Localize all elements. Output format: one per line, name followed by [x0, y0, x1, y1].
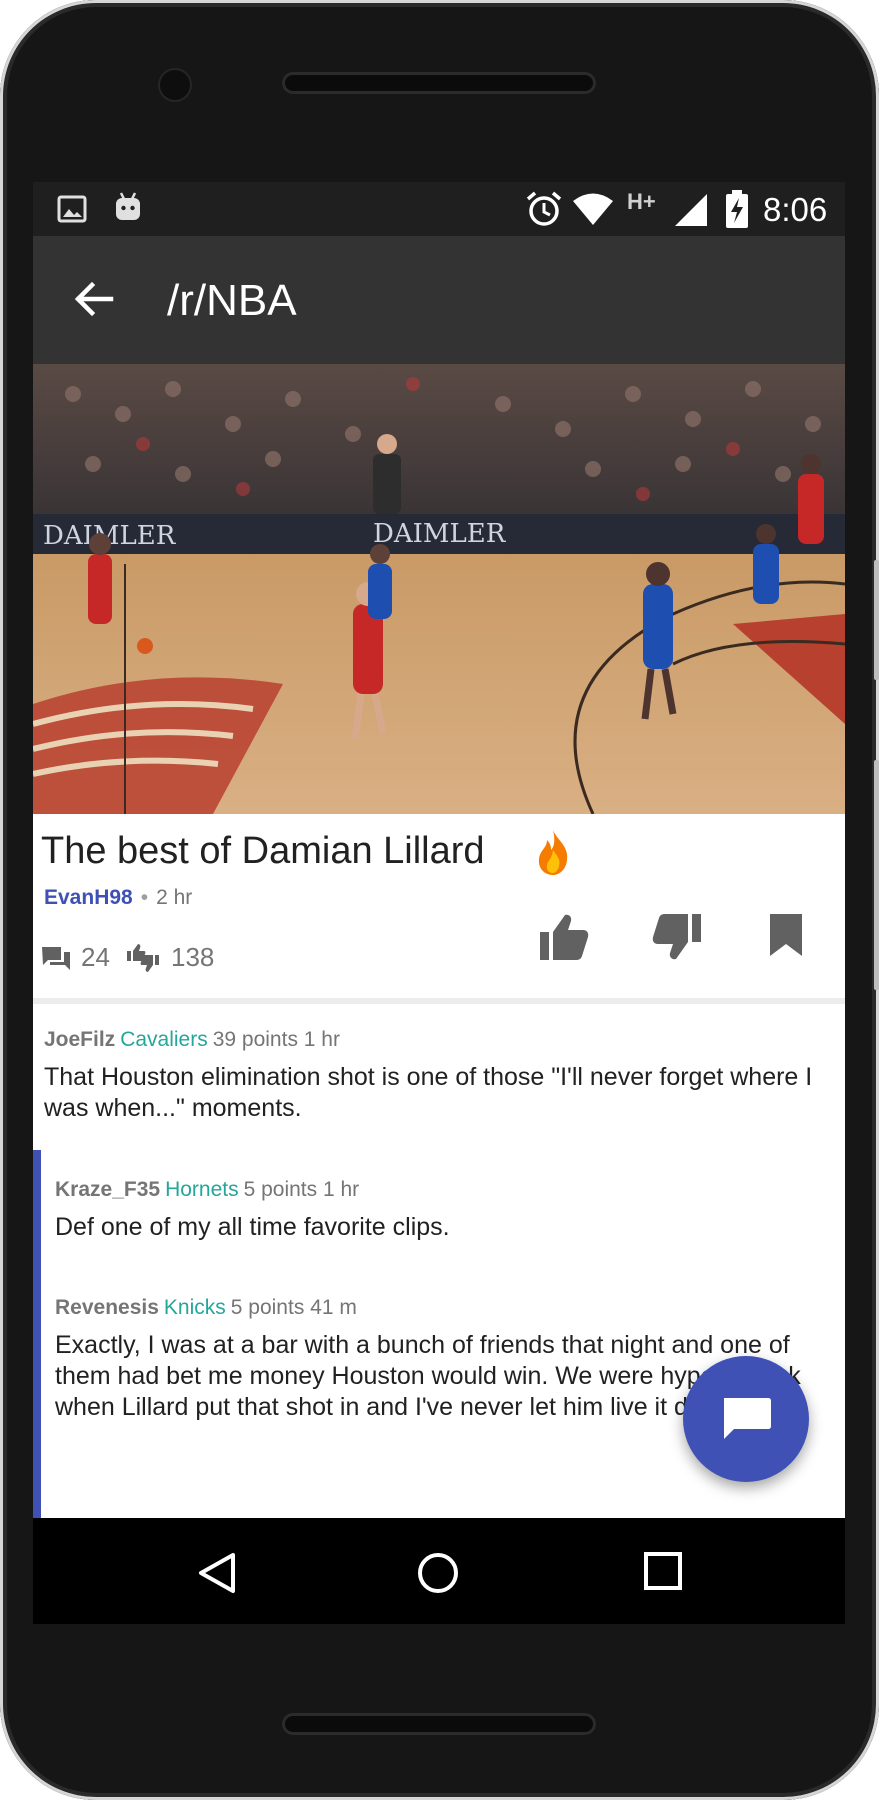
- comment-header: Kraze_F35 Hornets 5 points 1 hr: [55, 1178, 827, 1202]
- arrow-back-icon[interactable]: [71, 276, 117, 322]
- network-type: H+: [627, 189, 656, 214]
- bottom-speaker: [282, 1713, 596, 1735]
- fire-icon: [538, 830, 568, 875]
- home-circle-icon[interactable]: [416, 1551, 460, 1595]
- reply-fab[interactable]: [683, 1356, 809, 1482]
- wifi-icon: [573, 193, 613, 225]
- downvote-icon[interactable]: [651, 912, 703, 962]
- comment-user[interactable]: Revenesis: [55, 1296, 159, 1319]
- app-bar: /r/NBA: [33, 236, 845, 364]
- bookmark-icon[interactable]: [768, 912, 804, 958]
- comment-count-value: 24: [81, 942, 110, 972]
- phone-frame: H+ 8:06 /r/NBA DAIMLER DAIMLER The best …: [0, 0, 879, 1800]
- screen: H+ 8:06 /r/NBA DAIMLER DAIMLER The best …: [33, 182, 845, 1624]
- post-title[interactable]: The best of Damian Lillard: [41, 830, 485, 873]
- comment-header: JoeFilz Cavaliers 39 points 1 hr: [44, 1028, 834, 1052]
- post-age: 2 hr: [156, 886, 193, 909]
- clock: 8:06: [763, 191, 828, 228]
- android-notification-icon: [116, 192, 140, 220]
- comment-flair: Knicks: [163, 1296, 226, 1319]
- comment-points: 5 points 1 hr: [243, 1178, 360, 1201]
- comment-body: That Houston elimination shot is one of …: [44, 1063, 813, 1122]
- comment[interactable]: JoeFilz Cavaliers 39 points 1 hr That Hous…: [44, 1028, 834, 1124]
- comment-points: 39 points 1 hr: [212, 1028, 340, 1051]
- comments-icon: [42, 946, 70, 970]
- top-speaker: [282, 72, 596, 94]
- back-triangle-icon[interactable]: [195, 1551, 239, 1595]
- signal-icon: [675, 194, 707, 226]
- recents-square-icon[interactable]: [643, 1551, 683, 1591]
- up-down-thumbs-icon: [127, 943, 159, 972]
- alarm-icon: [526, 191, 562, 226]
- upvote-icon[interactable]: [538, 912, 590, 962]
- post-divider: [33, 998, 845, 1004]
- comment-reply[interactable]: Kraze_F35 Hornets 5 points 1 hr Def one of…: [55, 1178, 827, 1243]
- score-value: 138: [171, 942, 215, 972]
- meta-separator: •: [140, 886, 149, 909]
- comment-body: Def one of my all time favorite clips.: [55, 1213, 450, 1241]
- comment-flair: Hornets: [165, 1178, 239, 1201]
- chat-bubble-icon: [724, 1398, 771, 1439]
- status-bar: H+ 8:06: [33, 182, 845, 236]
- post-meta: EvanH98 • 2 hr: [44, 886, 192, 910]
- image-notification-icon: [57, 195, 87, 223]
- svg-text:DAIMLER: DAIMLER: [373, 519, 507, 549]
- score: 138: [125, 942, 214, 973]
- comment-user[interactable]: Kraze_F35: [55, 1178, 160, 1201]
- comment-points: 5 points 41 m: [230, 1296, 357, 1319]
- video-thumbnail[interactable]: DAIMLER DAIMLER: [33, 364, 845, 814]
- side-button-lower: [874, 760, 879, 990]
- front-camera: [160, 70, 190, 100]
- comment-user[interactable]: JoeFilz: [44, 1028, 115, 1051]
- side-button-upper: [874, 560, 879, 680]
- comment-flair: Cavaliers: [120, 1028, 208, 1051]
- battery-charging-icon: [726, 190, 748, 228]
- player-red-1: [88, 533, 112, 624]
- comment-count: 24: [41, 942, 110, 973]
- post-author[interactable]: EvanH98: [44, 886, 133, 909]
- comment-header: Revenesis Knicks 5 points 41 m: [55, 1296, 827, 1320]
- page-title: /r/NBA: [167, 276, 297, 325]
- system-nav-bar: [33, 1518, 845, 1624]
